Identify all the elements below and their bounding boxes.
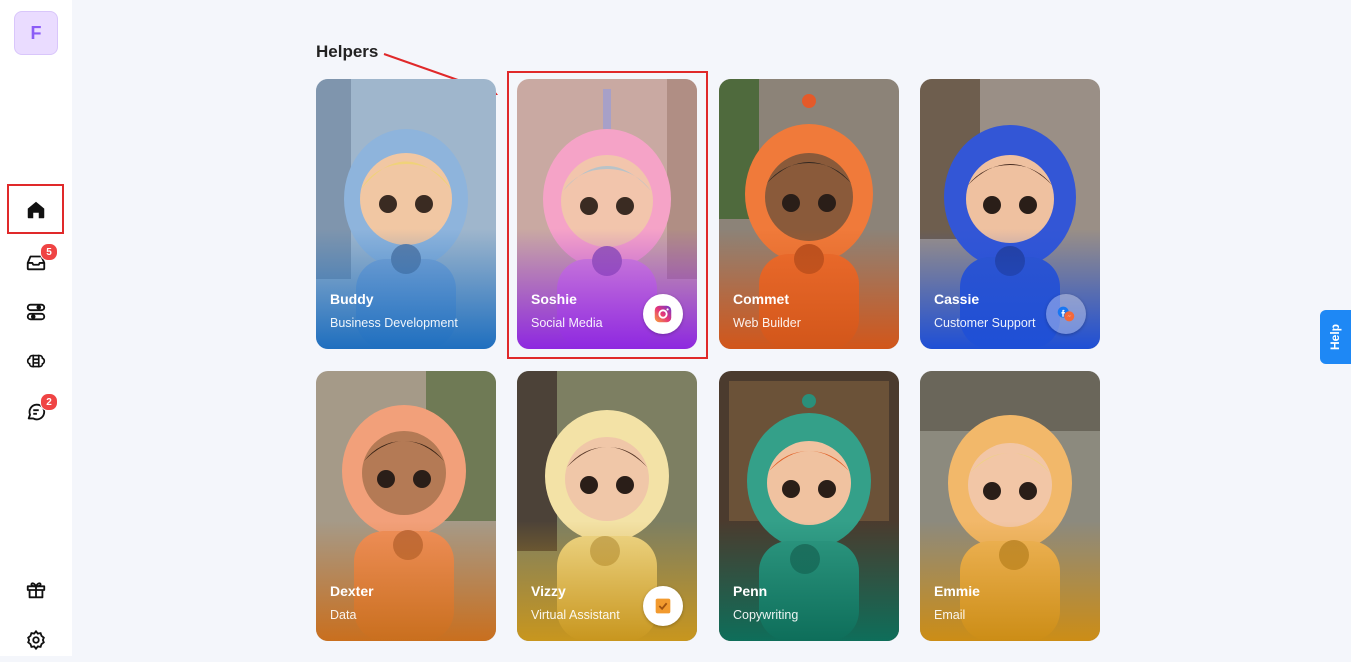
sidebar-item-brain[interactable]	[14, 340, 58, 384]
section-title: Helpers	[316, 42, 379, 61]
helper-role: Virtual Assistant	[531, 608, 620, 622]
app-badge	[643, 294, 683, 334]
task-icon	[655, 598, 671, 614]
helper-card-penn[interactable]: Penn Copywriting	[719, 371, 899, 641]
helper-name: Commet	[733, 291, 790, 307]
helper-card-dexter[interactable]: Dexter Data	[316, 371, 496, 641]
helper-card-cassie[interactable]: Cassie Customer Support	[920, 79, 1100, 349]
sidebar-item-gift[interactable]	[14, 568, 58, 612]
app-badge	[1046, 294, 1086, 334]
sidebar-item-inbox[interactable]: 5	[14, 240, 58, 284]
sidebar: F 5 2	[0, 0, 72, 656]
inbox-badge: 5	[40, 243, 58, 261]
chat-badge: 2	[40, 393, 58, 411]
helper-role: Copywriting	[733, 608, 799, 622]
integrations-icon	[26, 303, 46, 321]
gift-icon	[26, 582, 46, 599]
helper-card-emmie[interactable]: Emmie Email	[920, 371, 1100, 641]
gear-icon	[27, 629, 45, 651]
helper-name: Penn	[733, 583, 768, 599]
instagram-icon	[654, 305, 672, 323]
helper-role: Customer Support	[934, 316, 1036, 330]
help-label: Help	[1328, 323, 1343, 351]
helper-name: Buddy	[330, 291, 374, 307]
helper-role: Web Builder	[733, 316, 801, 330]
helper-card-vizzy[interactable]: Vizzy Virtual Assistant	[517, 371, 697, 641]
helper-name: Cassie	[934, 291, 980, 307]
app-badge	[643, 586, 683, 626]
avatar[interactable]: F	[14, 11, 58, 55]
home-icon	[27, 201, 45, 219]
helper-role: Business Development	[330, 316, 458, 330]
brain-icon	[26, 354, 46, 368]
helper-role: Data	[330, 608, 357, 622]
sidebar-item-chat[interactable]: 2	[14, 390, 58, 434]
helper-role: Social Media	[531, 316, 603, 330]
helper-name: Soshie	[531, 291, 577, 307]
sidebar-item-settings[interactable]	[14, 618, 58, 662]
helper-name: Vizzy	[531, 583, 566, 599]
helper-name: Dexter	[330, 583, 374, 599]
helper-card-soshie[interactable]: Soshie Social Media	[517, 79, 697, 349]
help-button[interactable]: Help	[1320, 310, 1351, 364]
helper-role: Email	[934, 608, 966, 622]
helper-card-commet[interactable]: Commet Web Builder	[719, 79, 899, 349]
sidebar-item-integrations[interactable]	[14, 290, 58, 334]
helper-name: Emmie	[934, 583, 980, 599]
helper-card-buddy[interactable]: Buddy Business Development	[316, 79, 496, 349]
sidebar-item-home[interactable]	[14, 188, 58, 232]
facebook-messenger-icon	[1057, 306, 1075, 322]
